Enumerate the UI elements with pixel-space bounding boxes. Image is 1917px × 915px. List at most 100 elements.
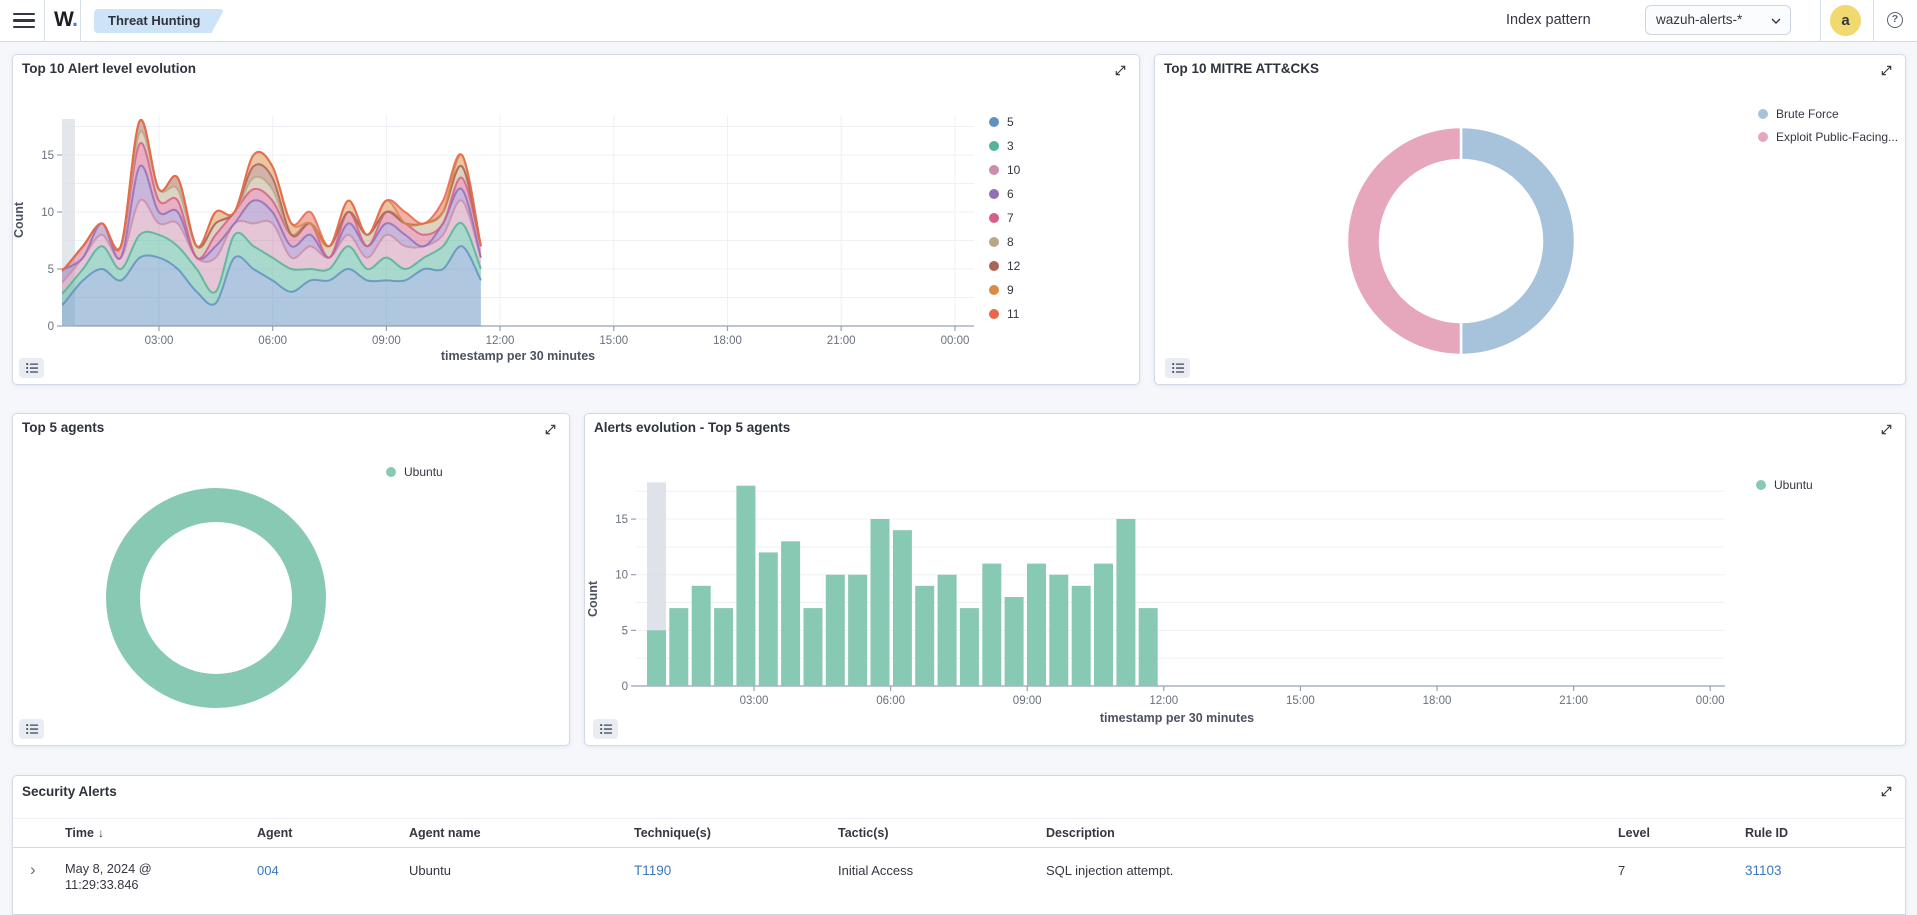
cell-rule-id[interactable]: 31103 [1733,849,1905,893]
svg-text:09:00: 09:00 [1013,695,1042,707]
legend-dot-icon [989,213,999,223]
legend-label: 3 [1007,139,1014,153]
svg-text:15:00: 15:00 [1286,695,1315,707]
legend-dot-icon [989,309,999,319]
chart-legend: 5 3 10 6 78 12 9 11 [989,110,1020,326]
svg-text:21:00: 21:00 [827,335,856,347]
legend-label: 5 [1007,115,1014,129]
legend-dot-icon [1758,109,1768,119]
legend-dot-icon [989,165,999,175]
legend-toggle-icon[interactable] [593,719,618,739]
legend-dot-icon [1756,480,1766,490]
panel-top5-agents: Top 5 agents Ubuntu [12,413,570,746]
svg-text:15: 15 [615,514,628,526]
legend-label: 10 [1007,163,1020,177]
svg-text:0: 0 [48,321,54,333]
svg-text:00:00: 00:00 [1696,695,1725,707]
legend-label: 12 [1007,259,1020,273]
legend-dot-icon [1758,132,1768,142]
legend-item[interactable]: Brute Force [1758,102,1898,125]
panel-security-alerts: Security Alerts Time↓AgentAgent nameTech… [12,775,1906,915]
table-row[interactable]: ›May 8, 2024 @11:29:33.846004UbuntuT1190… [13,849,1905,893]
user-avatar[interactable]: a [1830,5,1861,36]
col-header-agent-name[interactable]: Agent name [397,826,622,840]
chevron-down-icon [1770,15,1782,27]
chart-legend: Ubuntu [1756,473,1813,497]
col-header-time[interactable]: Time↓ [53,826,245,840]
wazuh-logo[interactable]: W. [54,0,78,40]
col-header-technique-s-[interactable]: Technique(s) [622,826,826,840]
svg-text:06:00: 06:00 [876,695,905,707]
index-pattern-select[interactable]: wazuh-alerts-* [1645,5,1791,35]
divider [1873,0,1874,41]
svg-text:06:00: 06:00 [258,335,287,347]
legend-item[interactable]: Ubuntu [1756,473,1813,497]
col-header-agent[interactable]: Agent [245,826,397,840]
legend-item[interactable]: 7 [989,206,1020,230]
svg-text:12:00: 12:00 [486,335,515,347]
svg-text:21:00: 21:00 [1559,695,1588,707]
legend-label: 11 [1007,307,1019,321]
chart-legend: Brute Force Exploit Public-Facing... [1758,102,1898,148]
legend-item[interactable]: 11 [989,302,1020,326]
legend-toggle-icon[interactable] [1165,358,1190,378]
legend-label: 6 [1007,187,1014,201]
panel-alerts-evolution-agents: Alerts evolution - Top 5 agents 03:0006:… [584,413,1906,746]
legend-dot-icon [989,189,999,199]
tab-threat-hunting[interactable]: Threat Hunting [94,9,224,33]
menu-hamburger-icon[interactable] [13,10,35,31]
col-header-description[interactable]: Description [1034,826,1606,840]
y-axis-label: Count [586,581,600,617]
legend-item[interactable]: 5 [989,110,1020,134]
legend-dot-icon [989,237,999,247]
svg-text:10: 10 [41,207,54,219]
x-axis-label: timestamp per 30 minutes [1057,711,1297,725]
bar-chart: 03:0006:0009:0012:0015:0018:0021:0000:00… [585,414,1905,745]
legend-item[interactable]: Ubuntu [386,460,443,484]
col-header-tactic-s-[interactable]: Tactic(s) [826,826,1034,840]
cell-agent-name: Ubuntu [397,849,622,893]
legend-item[interactable]: 12 [989,254,1020,278]
legend-dot-icon [989,117,999,127]
cell-technique[interactable]: T1190 [622,849,826,893]
sort-descending-icon: ↓ [98,826,104,840]
legend-label: Brute Force [1776,107,1839,121]
legend-label: Exploit Public-Facing... [1776,130,1898,144]
cell-tactic: Initial Access [826,849,1034,893]
svg-text:5: 5 [622,625,628,637]
legend-toggle-icon[interactable] [19,358,44,378]
divider [80,0,81,41]
logo-dot: . [72,8,77,31]
donut-chart [13,414,569,745]
svg-text:18:00: 18:00 [713,335,742,347]
legend-toggle-icon[interactable] [19,719,44,739]
col-header-rule-id[interactable]: Rule ID [1733,826,1905,840]
row-expander-chevron-icon[interactable]: › [13,849,53,893]
legend-item[interactable]: 8 [989,230,1020,254]
svg-text:18:00: 18:00 [1423,695,1452,707]
help-icon[interactable]: ? [1887,12,1903,28]
legend-item[interactable]: 9 [989,278,1020,302]
x-axis-label: timestamp per 30 minutes [398,349,638,363]
legend-label: Ubuntu [1774,478,1813,492]
legend-item[interactable]: 6 [989,182,1020,206]
panel-title: Security Alerts [22,784,117,799]
svg-text:09:00: 09:00 [372,335,401,347]
legend-item[interactable]: 10 [989,158,1020,182]
svg-text:03:00: 03:00 [740,695,769,707]
divider [44,0,45,41]
svg-text:5: 5 [48,264,54,276]
legend-item[interactable]: 3 [989,134,1020,158]
legend-dot-icon [989,141,999,151]
panel-mitre-attacks: Top 10 MITRE ATT&CKS Brute ForceExploit … [1154,54,1906,385]
svg-text:0: 0 [622,681,628,693]
cell-time: May 8, 2024 @11:29:33.846 [53,849,245,893]
cell-description: SQL injection attempt. [1034,849,1606,893]
svg-text:03:00: 03:00 [145,335,174,347]
legend-item[interactable]: Exploit Public-Facing... [1758,125,1898,148]
expand-icon[interactable] [1879,784,1895,800]
index-pattern-label: Index pattern [1506,0,1591,41]
legend-dot-icon [386,467,396,477]
col-header-level[interactable]: Level [1606,826,1733,840]
cell-agent[interactable]: 004 [245,849,397,893]
